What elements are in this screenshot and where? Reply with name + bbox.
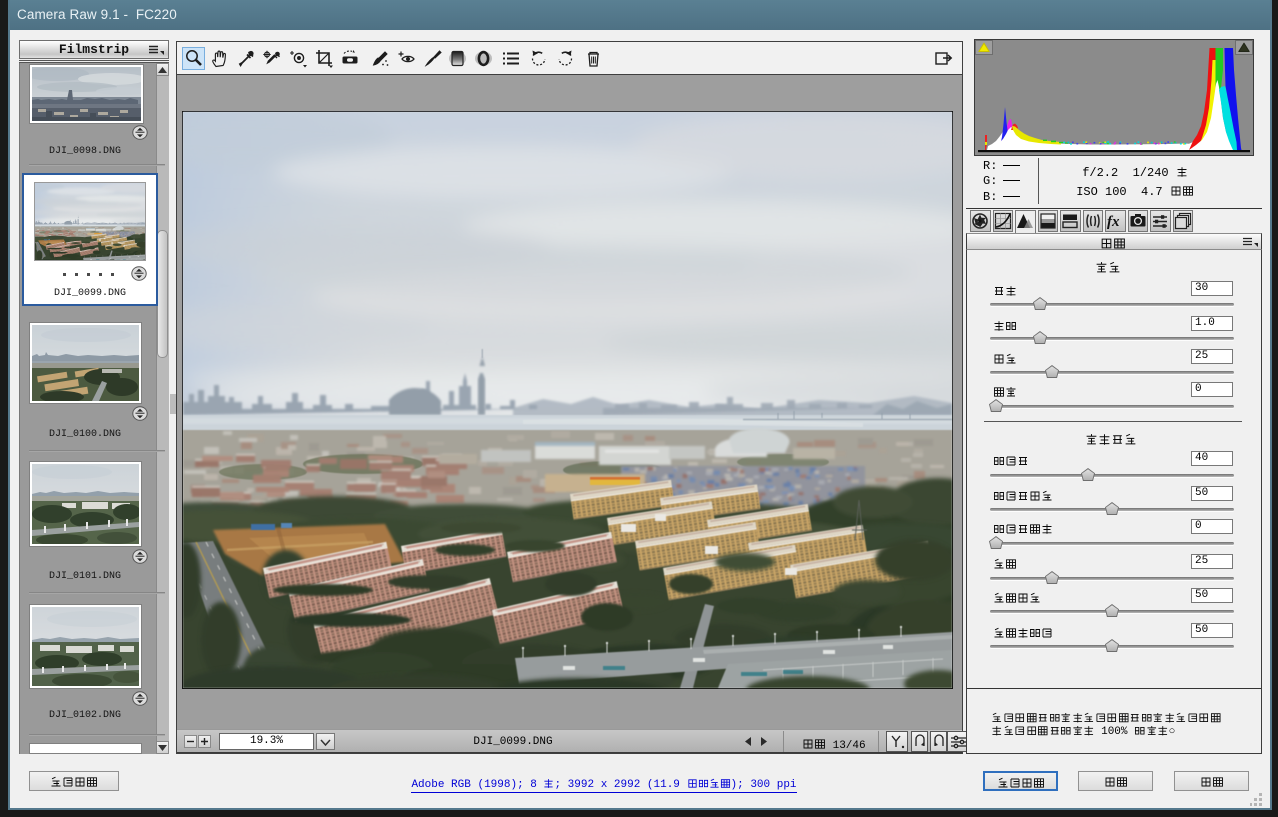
svg-text:fx: fx <box>1107 214 1120 230</box>
